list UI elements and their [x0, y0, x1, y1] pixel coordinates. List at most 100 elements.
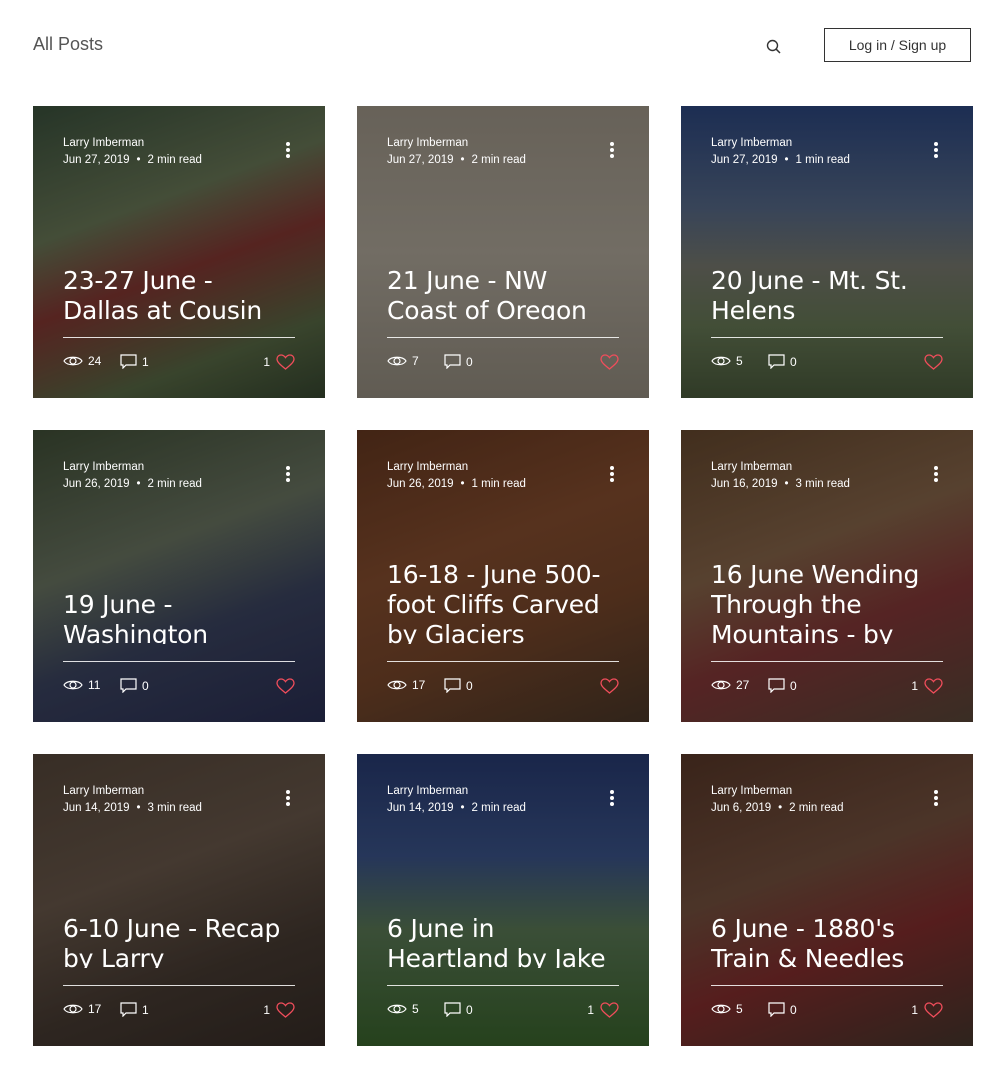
comments-count: 0 — [466, 1002, 473, 1017]
more-actions-icon[interactable] — [929, 790, 943, 806]
more-actions-icon[interactable] — [929, 466, 943, 482]
comments-stat[interactable]: 0 — [120, 678, 149, 693]
post-author[interactable]: Larry Imberman — [63, 460, 144, 474]
post-meta: Jun 14, 2019 • 2 min read — [387, 801, 526, 815]
meta-separator: • — [136, 154, 141, 166]
comments-stat[interactable]: 0 — [444, 678, 473, 693]
heart-icon — [600, 354, 619, 370]
meta-separator: • — [460, 478, 465, 490]
post-title[interactable]: 23-27 June - Dallas at Cousin Mark's — [63, 266, 295, 320]
meta-separator: • — [460, 154, 465, 166]
eye-icon — [63, 678, 83, 692]
post-title[interactable]: 6-10 June - Recap by Larry — [63, 914, 295, 968]
comments-stat[interactable]: 0 — [444, 354, 473, 369]
post-meta: Jun 27, 2019 • 2 min read — [63, 153, 202, 167]
heart-icon — [276, 354, 295, 370]
post-card[interactable]: Larry Imberman Jun 27, 2019 • 1 min read 20 … — [681, 106, 973, 398]
login-signup-button[interactable]: Log in / Sign up — [824, 28, 971, 62]
divider — [387, 985, 619, 986]
like-button[interactable] — [594, 678, 619, 694]
post-card[interactable]: Larry Imberman Jun 16, 2019 • 3 min read 16 … — [681, 430, 973, 722]
search-icon[interactable] — [765, 38, 783, 56]
post-author[interactable]: Larry Imberman — [63, 784, 144, 798]
more-actions-icon[interactable] — [605, 142, 619, 158]
comment-icon — [120, 678, 137, 693]
post-author[interactable]: Larry Imberman — [387, 784, 468, 798]
views-stat: 5 — [711, 354, 743, 368]
comments-count: 0 — [142, 678, 149, 693]
post-date: Jun 14, 2019 — [387, 802, 454, 814]
meta-separator: • — [136, 802, 141, 814]
post-meta: Jun 27, 2019 • 2 min read — [387, 153, 526, 167]
post-author[interactable]: Larry Imberman — [387, 136, 468, 150]
post-card[interactable]: Larry Imberman Jun 27, 2019 • 2 min read 21 … — [357, 106, 649, 398]
comments-stat[interactable]: 1 — [120, 354, 149, 369]
page-title[interactable]: All Posts — [33, 34, 103, 55]
comment-icon — [444, 678, 461, 693]
views-count: 7 — [412, 354, 419, 368]
post-card[interactable]: Larry Imberman Jun 14, 2019 • 3 min read 6-1… — [33, 754, 325, 1046]
views-count: 5 — [736, 1002, 743, 1016]
like-button[interactable]: 1 — [587, 1002, 619, 1018]
views-stat: 7 — [387, 354, 419, 368]
post-author[interactable]: Larry Imberman — [711, 136, 792, 150]
post-author[interactable]: Larry Imberman — [711, 460, 792, 474]
read-time: 1 min read — [471, 478, 526, 490]
more-actions-icon[interactable] — [605, 790, 619, 806]
post-title[interactable]: 21 June - NW Coast of Oregon — [387, 266, 619, 320]
post-meta: Jun 16, 2019 • 3 min read — [711, 477, 850, 491]
eye-icon — [63, 354, 83, 368]
comments-stat[interactable]: 1 — [120, 1002, 149, 1017]
meta-separator: • — [784, 478, 789, 490]
eye-icon — [711, 678, 731, 692]
more-actions-icon[interactable] — [281, 790, 295, 806]
views-stat: 5 — [387, 1002, 419, 1016]
eye-icon — [711, 354, 731, 368]
more-actions-icon[interactable] — [281, 466, 295, 482]
eye-icon — [387, 1002, 407, 1016]
divider — [63, 985, 295, 986]
post-card[interactable]: Larry Imberman Jun 14, 2019 • 2 min read 6 J… — [357, 754, 649, 1046]
meta-separator: • — [778, 802, 783, 814]
post-card[interactable]: Larry Imberman Jun 6, 2019 • 2 min read 6 Ju… — [681, 754, 973, 1046]
more-actions-icon[interactable] — [605, 466, 619, 482]
post-title[interactable]: 6 June - 1880's Train & Needles — [711, 914, 943, 968]
read-time: 2 min read — [471, 802, 526, 814]
like-button[interactable]: 1 — [263, 1002, 295, 1018]
comment-icon — [444, 354, 461, 369]
heart-icon — [276, 678, 295, 694]
like-button[interactable] — [270, 678, 295, 694]
more-actions-icon[interactable] — [929, 142, 943, 158]
comments-stat[interactable]: 0 — [768, 678, 797, 693]
post-card[interactable]: Larry Imberman Jun 26, 2019 • 1 min read 16-… — [357, 430, 649, 722]
comments-stat[interactable]: 0 — [444, 1002, 473, 1017]
like-button[interactable]: 1 — [911, 1002, 943, 1018]
post-stats: 27 0 1 — [711, 678, 943, 694]
comments-stat[interactable]: 0 — [768, 354, 797, 369]
post-meta: Jun 26, 2019 • 2 min read — [63, 477, 202, 491]
views-count: 17 — [88, 1002, 102, 1016]
post-date: Jun 26, 2019 — [387, 478, 454, 490]
post-card[interactable]: Larry Imberman Jun 27, 2019 • 2 min read 23-… — [33, 106, 325, 398]
post-title[interactable]: 19 June - Washington — [63, 590, 295, 644]
post-author[interactable]: Larry Imberman — [711, 784, 792, 798]
post-date: Jun 27, 2019 — [711, 154, 778, 166]
post-title[interactable]: 16-18 - June 500-foot Cliffs Carved by G… — [387, 560, 619, 644]
post-title[interactable]: 20 June - Mt. St. Helens — [711, 266, 943, 320]
eye-icon — [63, 1002, 83, 1016]
read-time: 1 min read — [795, 154, 850, 166]
like-button[interactable] — [594, 354, 619, 370]
post-card[interactable]: Larry Imberman Jun 26, 2019 • 2 min read 19 … — [33, 430, 325, 722]
post-author[interactable]: Larry Imberman — [387, 460, 468, 474]
more-actions-icon[interactable] — [281, 142, 295, 158]
read-time: 2 min read — [789, 802, 844, 814]
post-author[interactable]: Larry Imberman — [63, 136, 144, 150]
like-button[interactable] — [918, 354, 943, 370]
comments-stat[interactable]: 0 — [768, 1002, 797, 1017]
eye-icon — [711, 1002, 731, 1016]
like-button[interactable]: 1 — [911, 678, 943, 694]
post-meta: Jun 14, 2019 • 3 min read — [63, 801, 202, 815]
post-title[interactable]: 16 June Wending Through the Mountains - … — [711, 560, 943, 644]
like-button[interactable]: 1 — [263, 354, 295, 370]
post-title[interactable]: 6 June in Heartland by Jake — [387, 914, 619, 968]
